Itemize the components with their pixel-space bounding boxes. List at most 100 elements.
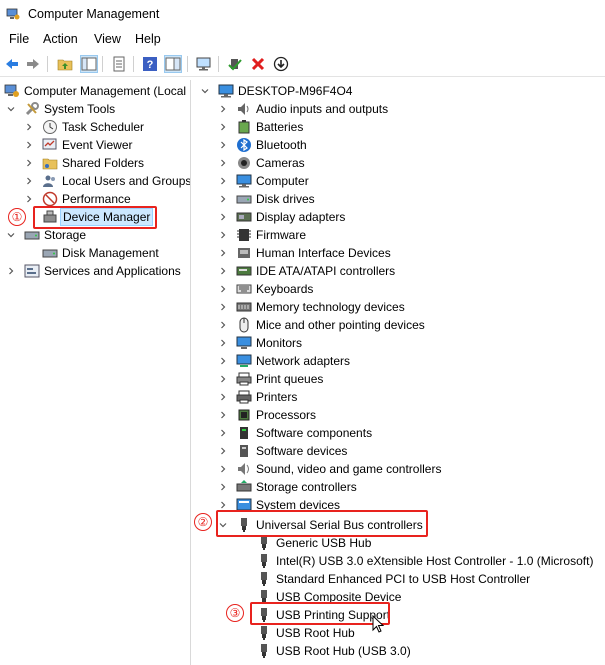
device-category-item[interactable]: Computer: [218, 172, 311, 190]
tree-item-computer-management[interactable]: Computer Management (Local: [4, 82, 188, 100]
device-category-item[interactable]: Sound, video and game controllers: [218, 460, 443, 478]
chevron-right-icon[interactable]: [24, 118, 34, 136]
usb-device-item[interactable]: Standard Enhanced PCI to USB Host Contro…: [256, 570, 532, 588]
chevron-right-icon[interactable]: [218, 136, 228, 154]
firmware-icon: [236, 227, 252, 243]
usb-device-item[interactable]: USB Root Hub: [256, 624, 357, 642]
chevron-down-icon[interactable]: [6, 100, 16, 118]
device-category-item[interactable]: Processors: [218, 406, 318, 424]
chevron-right-icon[interactable]: [24, 154, 34, 172]
chevron-right-icon[interactable]: [218, 280, 228, 298]
chevron-right-icon[interactable]: [218, 352, 228, 370]
chevron-right-icon[interactable]: [218, 262, 228, 280]
device-category-item[interactable]: Display adapters: [218, 208, 347, 226]
tree-item-system-tools[interactable]: System Tools: [4, 100, 117, 118]
camera-icon: [236, 155, 252, 171]
device-category-item[interactable]: Firmware: [218, 226, 308, 244]
disk-management-icon: [42, 245, 58, 261]
tree-item-local-users[interactable]: Local Users and Groups: [24, 172, 191, 190]
usb-icon: [256, 535, 272, 551]
chevron-right-icon[interactable]: [218, 334, 228, 352]
chevron-down-icon[interactable]: [200, 82, 210, 100]
tree-label: Standard Enhanced PCI to USB Host Contro…: [276, 572, 531, 586]
chevron-right-icon[interactable]: [218, 442, 228, 460]
chevron-right-icon[interactable]: [218, 172, 228, 190]
tree-item-event-viewer[interactable]: Event Viewer: [24, 136, 134, 154]
tree-item-disk-management[interactable]: Disk Management: [24, 244, 161, 262]
tree-label: Local Users and Groups: [62, 174, 191, 188]
chevron-right-icon[interactable]: [6, 262, 16, 280]
tree-label: DESKTOP-M96F4O4: [238, 84, 353, 98]
device-category-item[interactable]: Batteries: [218, 118, 305, 136]
chevron-right-icon[interactable]: [24, 190, 34, 208]
scan-hardware-icon[interactable]: [195, 55, 213, 73]
chevron-right-icon[interactable]: [218, 190, 228, 208]
chevron-right-icon[interactable]: [218, 424, 228, 442]
device-category-item[interactable]: Network adapters: [218, 352, 352, 370]
chevron-right-icon[interactable]: [24, 172, 34, 190]
network-icon: [236, 353, 252, 369]
chevron-right-icon[interactable]: [218, 100, 228, 118]
chevron-right-icon[interactable]: [218, 154, 228, 172]
chevron-right-icon[interactable]: [218, 208, 228, 226]
chevron-right-icon[interactable]: [24, 136, 34, 154]
device-category-item[interactable]: Bluetooth: [218, 136, 309, 154]
device-category-item[interactable]: Storage controllers: [218, 478, 359, 496]
chevron-right-icon[interactable]: [218, 460, 228, 478]
device-category-item[interactable]: Human Interface Devices: [218, 244, 393, 262]
menu-help[interactable]: Help: [135, 32, 161, 46]
tree-item-shared-folders[interactable]: Shared Folders: [24, 154, 146, 172]
device-category-item[interactable]: Memory technology devices: [218, 298, 407, 316]
chevron-right-icon[interactable]: [218, 316, 228, 334]
forward-arrow-icon[interactable]: [24, 55, 42, 73]
tree-label: Performance: [62, 192, 131, 206]
chevron-right-icon[interactable]: [218, 406, 228, 424]
chevron-right-icon[interactable]: [218, 226, 228, 244]
help-icon[interactable]: ?: [141, 55, 159, 73]
device-category-item[interactable]: Cameras: [218, 154, 307, 172]
device-category-item[interactable]: Disk drives: [218, 190, 317, 208]
menu-view[interactable]: View: [94, 32, 121, 46]
device-category-item[interactable]: Software components: [218, 424, 374, 442]
device-tree-root[interactable]: DESKTOP-M96F4O4: [200, 82, 354, 100]
menu-action[interactable]: Action: [43, 32, 78, 46]
device-category-item[interactable]: Printers: [218, 388, 299, 406]
chevron-right-icon[interactable]: [218, 388, 228, 406]
chevron-down-icon[interactable]: [6, 226, 16, 244]
keyboard-icon: [236, 281, 252, 297]
device-category-item[interactable]: Print queues: [218, 370, 325, 388]
device-category-item[interactable]: Software devices: [218, 442, 349, 460]
usb-device-item[interactable]: Intel(R) USB 3.0 eXtensible Host Control…: [256, 552, 595, 570]
show-action-pane-icon[interactable]: [164, 55, 182, 73]
tree-label: Generic USB Hub: [276, 536, 372, 550]
tree-label: IDE ATA/ATAPI controllers: [256, 264, 396, 278]
device-category-item[interactable]: Mice and other pointing devices: [218, 316, 427, 334]
processor-icon: [236, 407, 252, 423]
uninstall-x-icon[interactable]: [249, 55, 267, 73]
tree-label: Shared Folders: [62, 156, 145, 170]
printer-icon: [236, 389, 252, 405]
chevron-right-icon[interactable]: [218, 298, 228, 316]
device-category-item[interactable]: Audio inputs and outputs: [218, 100, 390, 118]
back-arrow-icon[interactable]: [3, 55, 21, 73]
highlight-usb-printing-support: [250, 602, 390, 625]
chevron-right-icon[interactable]: [218, 478, 228, 496]
usb-device-item[interactable]: USB Root Hub (USB 3.0): [256, 642, 413, 660]
device-category-item[interactable]: Keyboards: [218, 280, 315, 298]
up-folder-icon[interactable]: [56, 55, 74, 73]
tree-label: Batteries: [256, 120, 304, 134]
show-hide-console-tree-icon[interactable]: [80, 55, 98, 73]
device-category-item[interactable]: IDE ATA/ATAPI controllers: [218, 262, 397, 280]
disable-device-icon[interactable]: [272, 55, 290, 73]
tree-item-task-scheduler[interactable]: Task Scheduler: [24, 118, 146, 136]
tree-label: Bluetooth: [256, 138, 307, 152]
device-category-item[interactable]: Monitors: [218, 334, 304, 352]
chevron-right-icon[interactable]: [218, 244, 228, 262]
chevron-right-icon[interactable]: [218, 118, 228, 136]
hid-icon: [236, 245, 252, 261]
properties-icon[interactable]: [110, 55, 128, 73]
chevron-right-icon[interactable]: [218, 370, 228, 388]
update-driver-icon[interactable]: [226, 55, 244, 73]
tree-item-services-applications[interactable]: Services and Applications: [4, 262, 183, 280]
menu-file[interactable]: File: [9, 32, 29, 46]
